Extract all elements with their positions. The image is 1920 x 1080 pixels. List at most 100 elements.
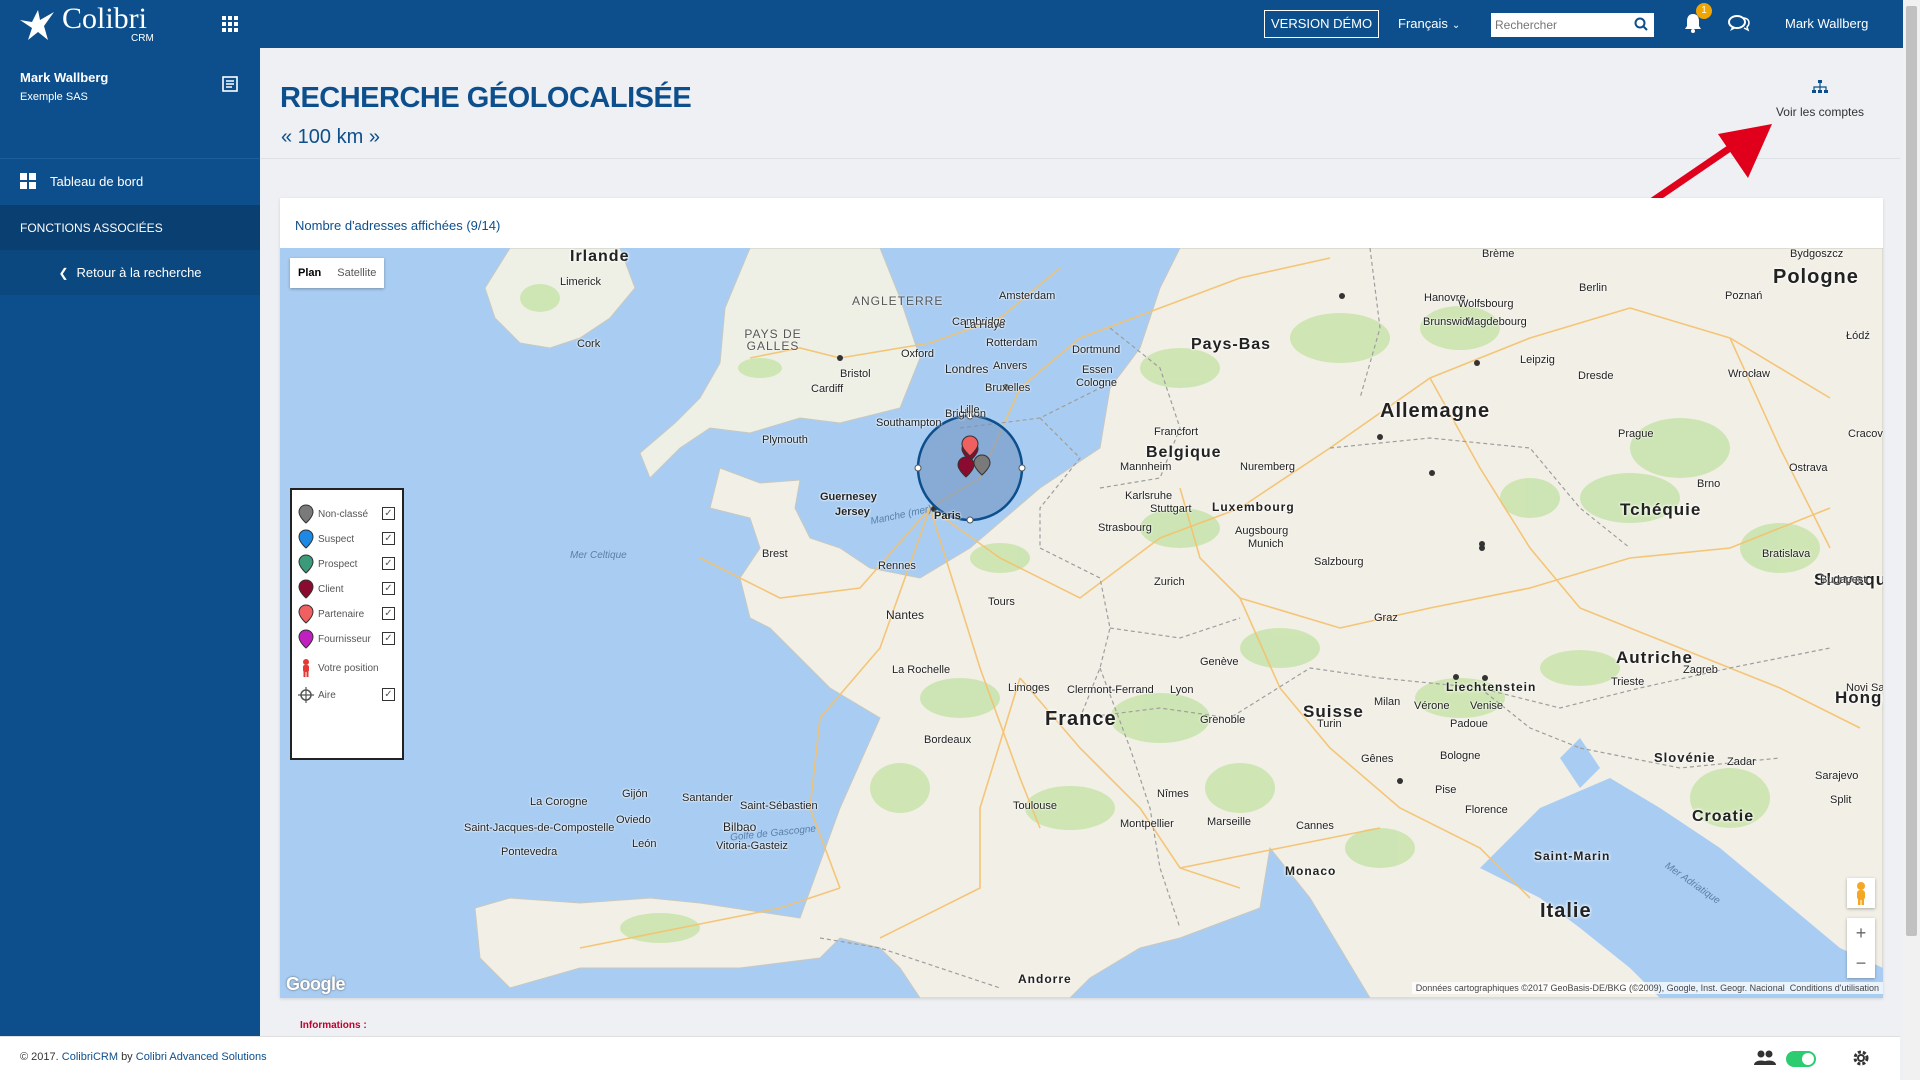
company-link[interactable]: Colibri Advanced Solutions: [136, 1051, 267, 1063]
map-label-country: Slovénie: [1654, 750, 1716, 765]
map-label-city: Bristol: [840, 368, 871, 380]
map-label-city: Vérone: [1414, 700, 1450, 712]
map-label-city: Bruxelles: [985, 382, 1031, 394]
map-attribution: Données cartographiques ©2017 GeoBasis-D…: [1411, 982, 1883, 994]
legend-checkbox[interactable]: ✓: [382, 532, 395, 545]
map-label-city: Berlin: [1579, 282, 1608, 294]
map-label-city: Gênes: [1361, 753, 1394, 765]
gear-icon[interactable]: [1852, 1049, 1870, 1067]
legend-checkbox[interactable]: ✓: [382, 688, 395, 701]
search-input[interactable]: [1491, 13, 1626, 37]
user-menu[interactable]: Mark Wallberg: [1785, 16, 1868, 31]
map-label-city: Genève: [1200, 656, 1239, 668]
page-scrollbar[interactable]: [1903, 0, 1920, 1080]
street-view-pegman-icon[interactable]: [1847, 878, 1875, 908]
sidebar-item-label: Retour à la recherche: [76, 265, 202, 280]
legend-checkbox[interactable]: ✓: [382, 557, 395, 570]
map-label-city: Augsbourg: [1235, 525, 1289, 537]
legend-item: Votre position: [298, 658, 398, 678]
legend-label: Aire: [318, 689, 336, 701]
copyright-by: by: [121, 1051, 133, 1063]
map-label-city: Venise: [1470, 700, 1504, 712]
map-label-city: Sarajevo: [1815, 770, 1859, 782]
dashboard-grid-icon: [20, 173, 36, 189]
map-type-plan[interactable]: Plan: [290, 258, 330, 288]
logo[interactable]: Colibri CRM: [18, 2, 168, 46]
map-label-country: Monaco: [1285, 864, 1337, 878]
map-label-city: Split: [1830, 794, 1852, 806]
map-label-city: Limerick: [560, 276, 601, 288]
map-label-country: Italie: [1540, 900, 1592, 922]
sidebar-item-dashboard[interactable]: Tableau de bord: [0, 158, 260, 203]
map-pin-icon: [298, 554, 314, 574]
map-view[interactable]: Irlande Pays-Bas Allemagne Pologne Belgi…: [280, 248, 1883, 998]
map-label-country: Pays-Bas: [1191, 336, 1272, 353]
map-label-city: Brème: [1482, 248, 1515, 260]
map-label-city: Grenoble: [1200, 714, 1246, 726]
map-label-city: Turin: [1317, 718, 1342, 730]
legend-checkbox[interactable]: ✓: [382, 632, 395, 645]
search-icon[interactable]: [1634, 17, 1648, 31]
map-label-city: La Haye: [964, 319, 1005, 331]
contact-card-icon[interactable]: [222, 76, 238, 92]
search-box: [1491, 13, 1654, 37]
terms-link[interactable]: Conditions d'utilisation: [1790, 983, 1879, 993]
legend-checkbox[interactable]: ✓: [382, 582, 395, 595]
presence-toggle[interactable]: [1786, 1051, 1816, 1067]
map-pin-icon: [298, 629, 314, 649]
attribution-text: Données cartographiques ©2017 GeoBasis-D…: [1415, 983, 1785, 993]
map-label-city: Łódź: [1846, 330, 1870, 342]
map-label-city: Mannheim: [1120, 461, 1172, 473]
chevron-down-icon: ⌄: [1451, 20, 1461, 31]
map-label-city: Zadar: [1727, 756, 1756, 768]
map-label-country: Pologne: [1773, 266, 1859, 288]
map-label-city: Strasbourg: [1098, 522, 1152, 534]
map-label-city: Zagreb: [1683, 664, 1718, 676]
apps-grid-icon[interactable]: [222, 16, 238, 32]
view-accounts-button[interactable]: Voir les comptes: [1750, 80, 1890, 119]
sidebar-item-back-to-search[interactable]: ❮ Retour à la recherche: [0, 250, 260, 295]
brand-sub: CRM: [131, 33, 154, 44]
sidebar-section-header: FONCTIONS ASSOCIÉES: [0, 205, 260, 250]
zoom-out-button[interactable]: −: [1847, 948, 1875, 978]
map-base: [474, 248, 1883, 998]
footer: © 2017. ColibriCRM by Colibri Advanced S…: [0, 1036, 1900, 1080]
map-label-city: Jersey: [835, 506, 870, 518]
map-label-country: Irlande: [570, 248, 630, 265]
map-label-city: Dortmund: [1072, 344, 1121, 356]
sidebar-user-name: Mark Wallberg: [20, 70, 109, 85]
page-title: RECHERCHE GÉOLOCALISÉE: [280, 82, 692, 114]
legend-item: Client ✓: [298, 579, 398, 599]
legend-checkbox[interactable]: ✓: [382, 607, 395, 620]
product-link[interactable]: ColibriCRM: [62, 1051, 118, 1063]
hummingbird-icon: [20, 10, 54, 40]
legend-item: Suspect ✓: [298, 529, 398, 549]
map-label-city: Rotterdam: [986, 337, 1038, 349]
map-label-city: Graz: [1374, 612, 1398, 624]
language-selector[interactable]: Français ⌄: [1398, 16, 1460, 31]
legend-label: Partenaire: [318, 608, 365, 620]
map-type-satellite[interactable]: Satellite: [329, 258, 385, 288]
map-pin-icon: [298, 579, 314, 599]
brand-name: Colibri: [62, 2, 148, 35]
map-label-country: Tchéquie: [1620, 500, 1702, 519]
map-label-country: France: [1045, 708, 1117, 730]
chat-icon[interactable]: [1728, 14, 1750, 32]
map-label-sea: Mer Celtique: [570, 550, 627, 561]
legend-label: Fournisseur: [318, 633, 371, 645]
map-label-city: Stuttgart: [1150, 503, 1192, 515]
zoom-in-button[interactable]: +: [1847, 918, 1875, 948]
map-label-city: Munich: [1248, 538, 1284, 550]
scrollbar-thumb[interactable]: [1906, 6, 1917, 936]
map-label-city: Wolfsbourg: [1458, 298, 1514, 310]
map-label-city: Montpellier: [1120, 818, 1174, 830]
map-label-country: Autriche: [1616, 648, 1693, 667]
chevron-left-icon: ❮: [58, 265, 69, 280]
legend-checkbox[interactable]: ✓: [382, 507, 395, 520]
map-label-city: Southampton: [876, 417, 942, 429]
map-label-city: Florence: [1465, 804, 1508, 816]
demo-version-button[interactable]: VERSION DÉMO: [1264, 10, 1380, 38]
users-icon[interactable]: [1754, 1049, 1776, 1067]
map-label-city: La Rochelle: [892, 664, 951, 676]
map-label-country: Belgique: [1146, 444, 1222, 461]
